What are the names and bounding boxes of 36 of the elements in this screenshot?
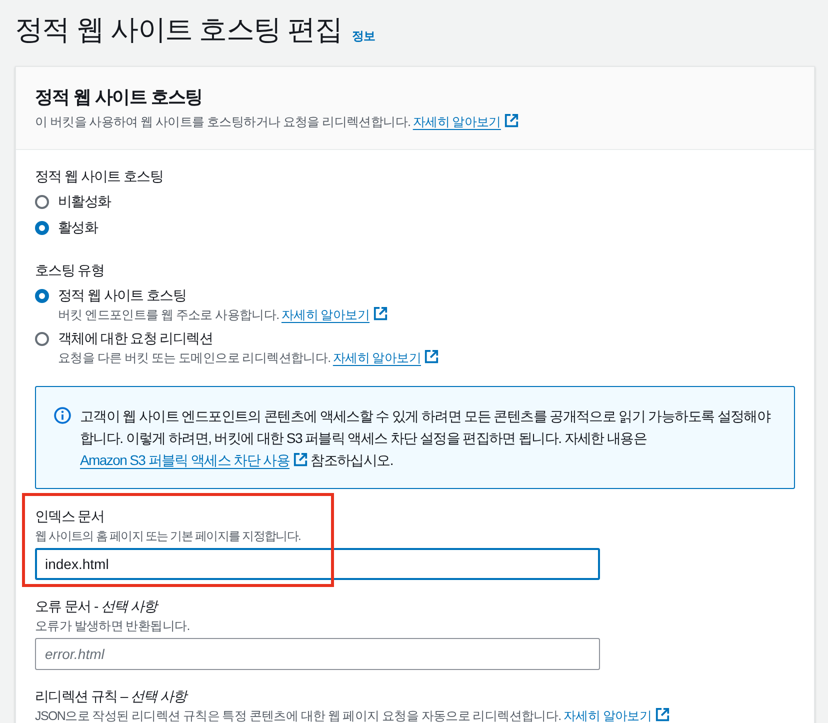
field-label: 오류 문서 - 선택 사항 xyxy=(35,597,160,616)
option-description: 버킷 엔드포인트를 웹 주소로 사용합니다. 자세히 알아보기 xyxy=(35,306,795,324)
radio-label: 비활성화 xyxy=(58,193,111,211)
radio-label: 객체에 대한 요청 리디렉션 xyxy=(58,330,212,348)
field-description: JSON으로 작성된 리디렉션 규칙은 특정 콘텐츠에 대한 웹 페이지 요청을 자동으로 리디렉션합니다. 자세히 알아보기 xyxy=(35,707,795,723)
text-input-field[interactable]: error.html xyxy=(35,638,600,670)
field-description: 웹 사이트의 홈 페이지 또는 기본 페이지를 지정합니다. xyxy=(35,528,302,545)
radio-label: 활성화 xyxy=(58,219,98,237)
page-title: 정적 웹 사이트 호스팅 편집 xyxy=(15,13,342,47)
field-description: 오류가 발생하면 반환됩니다. xyxy=(35,618,190,635)
alert-message: 고객이 웹 사이트 엔드포인트의 콘텐츠에 액세스할 수 있게 하려면 모든 콘텐츠를 공개적으로 읽기 가능하도록 설정해야 합니다. 이렇게 하려면, 버킷에 대한 S3 퍼블릭 액세스 차단 설정을 편집하면 됩니다. 자세한 내용은 Amazon S3 퍼블릭 액세스 차단 사용 참조하십시오. xyxy=(80,407,772,470)
radio-button[interactable] xyxy=(35,332,49,346)
panel-description: 이 버킷을 사용하여 웹 사이트를 호스팅하거나 요청을 리디렉션합니다. 자세히 알아보기 xyxy=(35,113,795,131)
block-public-access-link[interactable]: Amazon S3 퍼블릭 액세스 차단 사용 xyxy=(80,452,308,468)
field-label: 리디렉션 규칙 – 선택 사항 xyxy=(35,687,190,706)
info-link[interactable]: 정보 xyxy=(352,22,375,50)
panel-title: 정적 웹 사이트 호스팅 xyxy=(35,86,204,109)
radio-button[interactable] xyxy=(35,221,49,235)
radio-button[interactable] xyxy=(35,289,49,303)
external-link-icon xyxy=(372,306,388,321)
external-link-icon xyxy=(504,113,519,128)
learn-more-link[interactable]: 자세히 알아보기 xyxy=(332,351,439,365)
field-label: 인덱스 문서 xyxy=(35,507,106,526)
field-label: 호스팅 유형 xyxy=(35,261,106,280)
info-icon xyxy=(54,407,71,424)
external-link-icon xyxy=(292,452,308,467)
learn-more-link[interactable]: 자세히 알아보기 xyxy=(564,709,670,723)
text-input-field[interactable]: index.html xyxy=(35,548,600,580)
radio-button[interactable] xyxy=(35,195,49,209)
learn-more-link[interactable]: 자세히 알아보기 xyxy=(412,115,519,129)
external-link-icon xyxy=(654,707,670,722)
radio-label: 정적 웹 사이트 호스팅 xyxy=(58,287,186,305)
option-description: 요청을 다른 버킷 또는 도메인으로 리디렉션합니다. 자세히 알아보기 xyxy=(35,349,795,367)
external-link-icon xyxy=(424,349,439,364)
learn-more-link[interactable]: 자세히 알아보기 xyxy=(281,308,388,322)
field-label: 정적 웹 사이트 호스팅 xyxy=(35,167,164,186)
